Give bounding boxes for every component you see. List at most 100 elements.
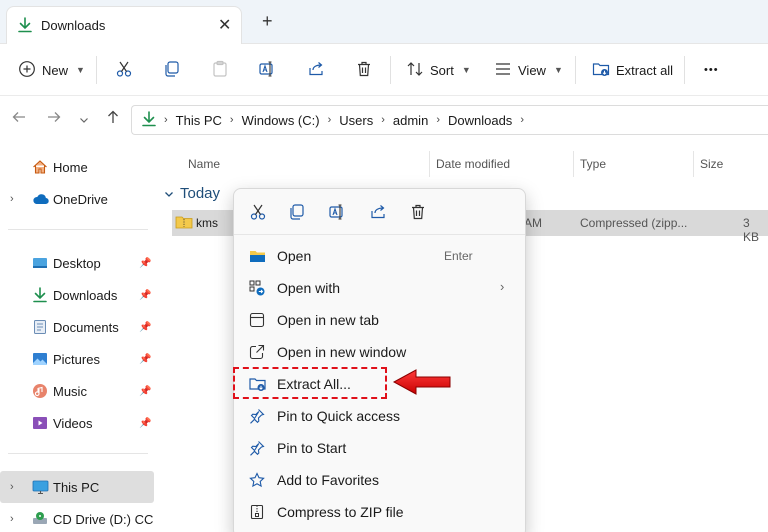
menu-item-open-with[interactable]: Open with › <box>238 273 521 303</box>
paste-button[interactable] <box>211 58 229 82</box>
pin-icon[interactable]: 📌 <box>139 258 151 269</box>
menu-item-open-in-new-window[interactable]: Open in new window <box>238 337 521 367</box>
menu-item-open-in-new-tab[interactable]: Open in new tab <box>238 305 521 335</box>
menu-item-label: Add to Favorites <box>277 472 379 488</box>
zip-folder-icon <box>175 214 193 233</box>
group-header-today[interactable]: Today <box>164 185 220 202</box>
chevron-down-icon: ▼ <box>553 65 563 75</box>
new-label: New <box>42 62 69 78</box>
command-bar: New ▼ Sort ▼ View ▼ Extract all ••• <box>0 44 768 96</box>
menu-item-compress-to-zip[interactable]: Compress to ZIP file <box>238 497 521 527</box>
share-button[interactable] <box>307 58 325 82</box>
sidebar-item-label: Downloads <box>53 287 118 303</box>
pin-icon[interactable]: 📌 <box>139 418 151 429</box>
chevron-right-icon: › <box>500 279 505 294</box>
rename-icon[interactable] <box>328 203 346 224</box>
sort-icon <box>406 60 424 81</box>
tab-downloads[interactable]: Downloads ✕ <box>6 6 242 44</box>
share-icon[interactable] <box>369 203 387 224</box>
cut-icon[interactable] <box>249 203 267 224</box>
forward-arrow-icon[interactable] <box>47 110 61 128</box>
picture-icon <box>32 351 48 370</box>
breadcrumb-chevron-icon[interactable]: › <box>436 114 440 126</box>
column-header-type[interactable]: Type <box>580 157 606 171</box>
chevron-right-icon[interactable]: › <box>10 481 14 493</box>
cd-drive-icon <box>32 511 48 530</box>
menu-item-label: Open <box>277 248 312 264</box>
menu-item-pin-to-quick-access[interactable]: Pin to Quick access <box>238 401 521 431</box>
new-tab-button[interactable]: + <box>262 12 273 30</box>
star-icon <box>249 472 266 491</box>
sidebar-item-cd-drive[interactable]: › CD Drive (D:) CCCC <box>0 503 154 532</box>
menu-item-pin-to-start[interactable]: Pin to Start <box>238 433 521 463</box>
pin-icon <box>249 440 266 459</box>
sidebar-item-label: Pictures <box>53 351 100 367</box>
desktop-icon <box>32 255 48 274</box>
up-arrow-icon[interactable] <box>106 110 120 128</box>
chevron-right-icon[interactable]: › <box>10 193 14 205</box>
sidebar-item-music[interactable]: Music 📌 <box>0 375 154 407</box>
menu-item-open[interactable]: Open Enter <box>238 241 521 271</box>
cloud-icon <box>32 191 49 210</box>
trash-icon[interactable] <box>409 203 427 224</box>
breadcrumb-chevron-icon[interactable]: › <box>520 114 524 126</box>
recent-chevron-down-icon[interactable] <box>79 112 89 129</box>
menu-item-label: Pin to Start <box>277 440 347 456</box>
new-button[interactable]: New ▼ <box>18 58 85 82</box>
sidebar-item-desktop[interactable]: Desktop 📌 <box>0 247 154 279</box>
sidebar-item-label: Documents <box>53 319 119 335</box>
shortcut-label: Enter <box>444 249 473 263</box>
pin-icon[interactable]: 📌 <box>139 354 151 365</box>
sidebar-item-downloads[interactable]: Downloads 📌 <box>0 279 154 311</box>
breadcrumb-chevron-icon[interactable]: › <box>230 114 234 126</box>
sidebar-item-home[interactable]: Home <box>0 151 154 183</box>
more-options-button[interactable]: ••• <box>704 58 719 82</box>
column-header-name[interactable]: Name <box>188 157 220 171</box>
sort-button[interactable]: Sort ▼ <box>406 58 471 82</box>
breadcrumb-this-pc[interactable]: This PC <box>176 113 222 128</box>
pin-icon[interactable]: 📌 <box>139 386 151 397</box>
chevron-down-icon: ▼ <box>461 65 471 75</box>
file-size: 3 KB <box>743 216 760 244</box>
breadcrumb-windows-c[interactable]: Windows (C:) <box>242 113 320 128</box>
share-icon <box>307 60 325 81</box>
extract-all-button[interactable]: Extract all <box>592 58 673 82</box>
breadcrumb-users[interactable]: Users <box>339 113 373 128</box>
pin-icon[interactable]: 📌 <box>139 322 151 333</box>
column-header-date-modified[interactable]: Date modified <box>436 157 510 171</box>
back-arrow-icon[interactable] <box>12 110 26 128</box>
sidebar-item-pictures[interactable]: Pictures 📌 <box>0 343 154 375</box>
view-button[interactable]: View ▼ <box>494 58 563 82</box>
column-header-size[interactable]: Size <box>700 157 723 171</box>
sidebar-item-documents[interactable]: Documents 📌 <box>0 311 154 343</box>
breadcrumb-downloads[interactable]: Downloads <box>448 113 512 128</box>
sidebar-item-this-pc[interactable]: › This PC <box>0 471 154 503</box>
address-bar[interactable]: › This PC › Windows (C:) › Users › admin… <box>131 105 768 135</box>
home-icon <box>32 159 48 178</box>
column-divider[interactable] <box>693 151 694 177</box>
sidebar-item-videos[interactable]: Videos 📌 <box>0 407 154 439</box>
delete-button[interactable] <box>355 58 373 82</box>
breadcrumb-chevron-icon[interactable]: › <box>381 114 385 126</box>
chevron-down-icon <box>165 191 173 197</box>
extract-all-highlight-box <box>233 367 387 399</box>
rename-button[interactable] <box>258 58 276 82</box>
column-divider[interactable] <box>573 151 574 177</box>
tab-title: Downloads <box>41 18 106 33</box>
menu-item-add-to-favorites[interactable]: Add to Favorites <box>238 465 521 495</box>
scissors-icon <box>115 60 133 81</box>
document-icon <box>32 319 48 338</box>
sidebar-item-label: Home <box>53 159 88 175</box>
breadcrumb-chevron-icon[interactable]: › <box>328 114 332 126</box>
open-new-window-icon <box>249 344 266 363</box>
breadcrumb-admin[interactable]: admin <box>393 113 428 128</box>
chevron-right-icon[interactable]: › <box>10 513 14 525</box>
cut-button[interactable] <box>115 58 133 82</box>
separator <box>96 56 97 84</box>
copy-button[interactable] <box>163 58 181 82</box>
close-tab-icon[interactable]: ✕ <box>218 15 231 35</box>
pin-icon[interactable]: 📌 <box>139 290 151 301</box>
copy-icon[interactable] <box>288 203 306 224</box>
column-divider[interactable] <box>429 151 430 177</box>
sidebar-item-onedrive[interactable]: › OneDrive <box>0 183 154 215</box>
